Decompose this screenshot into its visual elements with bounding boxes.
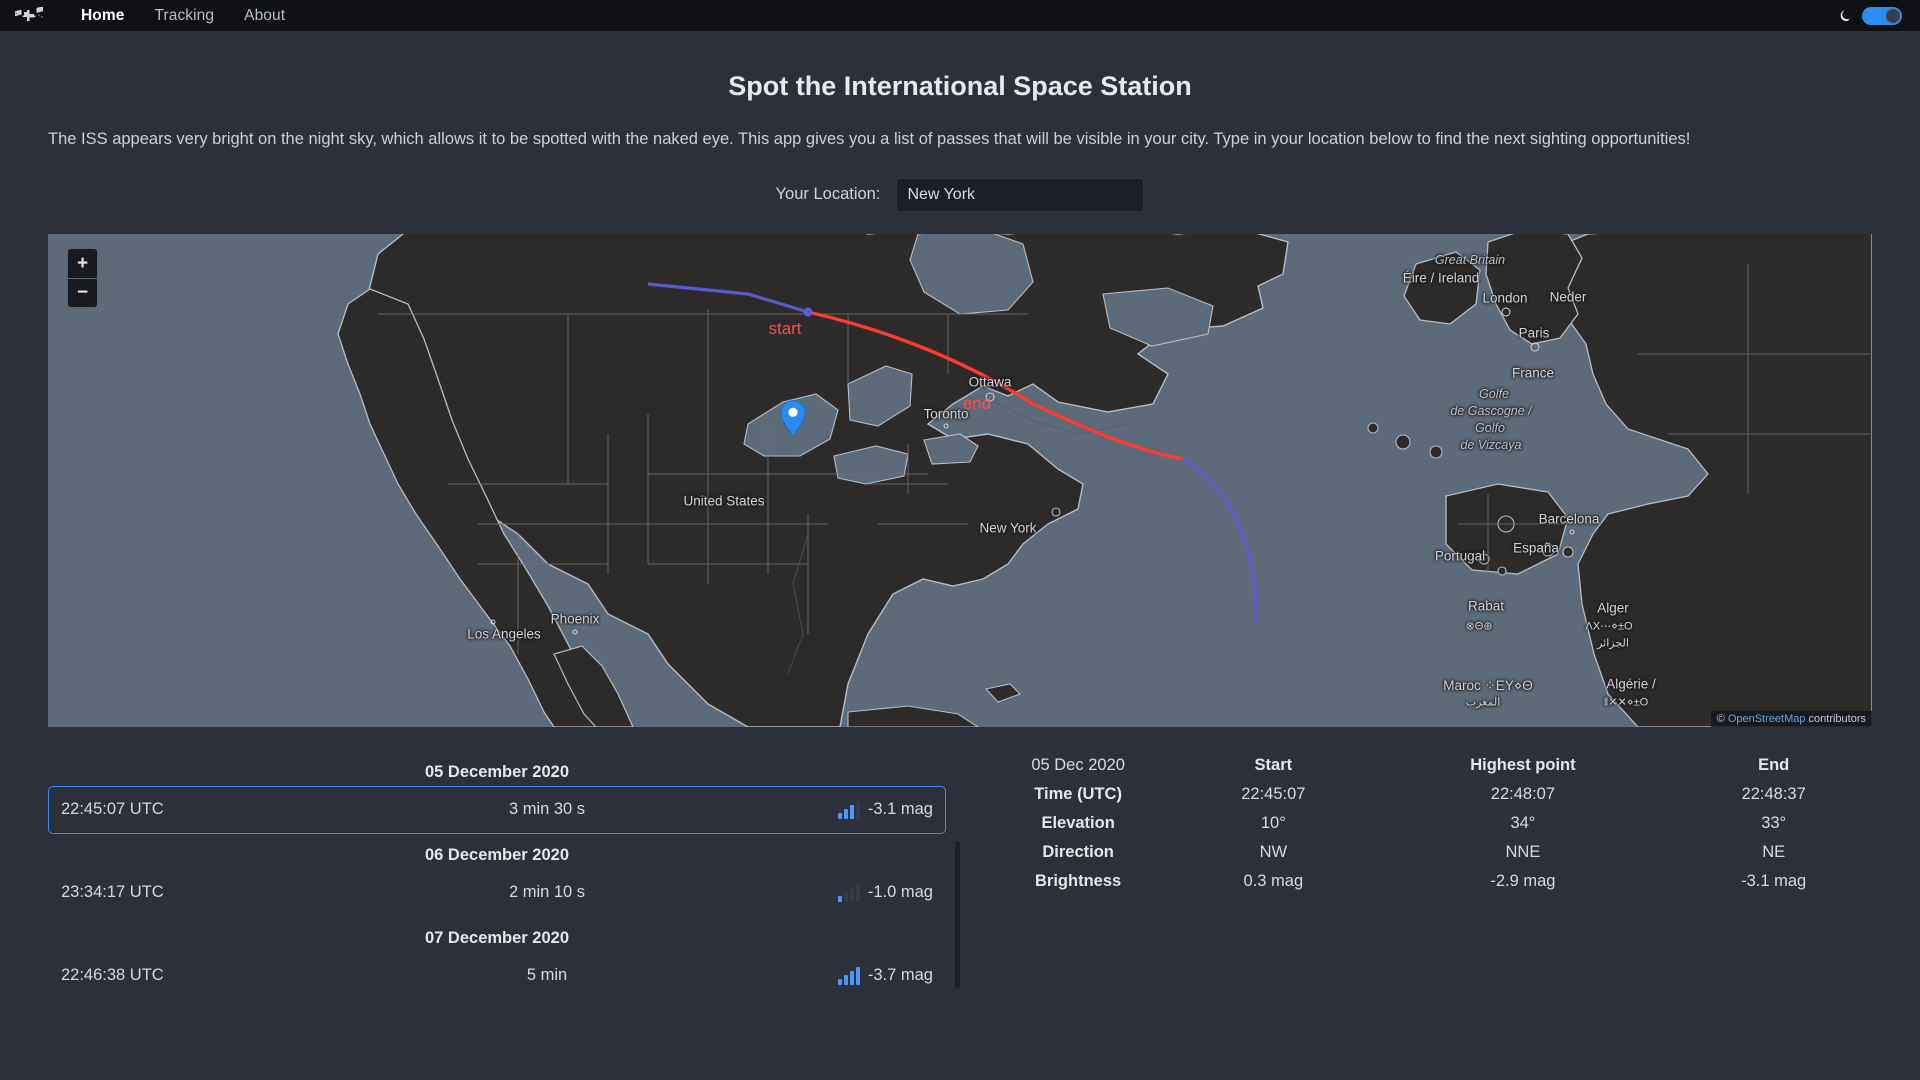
passes-scrollbar[interactable] — [955, 840, 960, 1019]
brightness-bar — [843, 974, 848, 985]
map[interactable]: + − start end Great Britain Éire / Irelan… — [48, 233, 1872, 727]
table-row: Time (UTC) 22:45:07 22:48:07 22:48:37 — [980, 780, 1872, 809]
table-header-row: 05 Dec 2020 Start Highest point End — [980, 751, 1872, 780]
detail-cell: NW — [1259, 842, 1288, 861]
detail-cell: 0.3 mag — [1243, 871, 1304, 890]
moon-icon — [1837, 8, 1852, 24]
nav-link-about[interactable]: About — [229, 7, 300, 25]
detail-row-label: Brightness — [1035, 871, 1122, 890]
pass-group-date: 07 December 2020 — [424, 928, 570, 947]
pass-group-date: 05 December 2020 — [424, 762, 570, 781]
pass-magnitude-text: -1.0 mag — [867, 883, 933, 902]
brightness-bar — [837, 895, 842, 902]
table-row: Elevation 10° 34° 33° — [980, 809, 1872, 838]
detail-cell: -3.1 mag — [1741, 871, 1807, 890]
pass-row[interactable]: 22:46:38 UTC 5 min -3.7 mag — [48, 952, 946, 1000]
detail-row-label: Elevation — [1041, 813, 1115, 832]
detail-cell: 22:45:07 — [1241, 784, 1306, 803]
pass-group-date: 06 December 2020 — [424, 845, 570, 864]
column-header-start: Start — [1254, 755, 1293, 774]
page-description: The ISS appears very bright on the night… — [48, 130, 1691, 148]
detail-row-label: Direction — [1042, 842, 1114, 861]
pass-time: 23:34:17 UTC — [61, 883, 164, 902]
column-header-end: End — [1758, 755, 1790, 774]
brightness-bars-icon — [837, 800, 860, 819]
detail-cell: NNE — [1505, 842, 1541, 861]
pass-duration: 5 min — [526, 966, 568, 985]
brightness-bar — [849, 804, 854, 819]
detail-cell: -2.9 mag — [1490, 871, 1556, 890]
pass-duration: 3 min 30 s — [508, 800, 586, 819]
pass-magnitude-text: -3.1 mag — [867, 800, 933, 819]
detail-cell: NE — [1762, 842, 1786, 861]
column-header-highest-point: Highest point — [1470, 755, 1576, 774]
map-attribution: © OpenStreetMap contributors — [1710, 710, 1872, 727]
toggle-knob — [1886, 8, 1900, 23]
map-canvas — [48, 233, 1872, 727]
dark-mode-toggle[interactable] — [1862, 6, 1902, 25]
detail-cell: 34° — [1510, 813, 1536, 832]
pass-brightness: -1.0 mag — [733, 883, 933, 902]
table-row: Direction NW NNE NE — [980, 838, 1872, 867]
location-row: Your Location: — [0, 177, 1920, 212]
bottom-section: 05 December 2020 22:45:07 UTC 3 min 30 s -3… — [48, 751, 1872, 1019]
brightness-bar — [843, 891, 848, 902]
attribution-suffix: contributors — [1805, 712, 1866, 725]
pass-detail-panel: 05 Dec 2020 Start Highest point End Time… — [960, 751, 1872, 1019]
passes-list[interactable]: 05 December 2020 22:45:07 UTC 3 min 30 s -3… — [48, 751, 960, 1019]
theme-switch-group — [1837, 0, 1902, 31]
brightness-bar — [855, 966, 860, 985]
brightness-bar — [855, 800, 860, 819]
location-map-marker[interactable] — [780, 399, 806, 441]
brightness-bars-icon — [837, 883, 860, 902]
pass-brightness: -3.7 mag — [733, 966, 933, 985]
detail-cell: 10° — [1260, 813, 1286, 832]
passes-scrollbar-thumb[interactable] — [955, 840, 960, 989]
map-zoom-controls: + − — [67, 247, 98, 308]
navbar: Home Tracking About — [0, 0, 1920, 31]
passes-panel: 05 December 2020 22:45:07 UTC 3 min 30 s -3… — [48, 751, 960, 1019]
location-input[interactable] — [896, 177, 1145, 212]
pass-row[interactable]: 23:34:17 UTC 2 min 10 s -1.0 mag — [48, 869, 946, 917]
brightness-bar — [843, 808, 848, 819]
location-label: Your Location: — [775, 185, 881, 204]
nav-link-home[interactable]: Home — [66, 7, 139, 25]
brightness-bar — [849, 887, 854, 902]
attribution-copyright: © — [1716, 712, 1728, 725]
detail-cell: 22:48:07 — [1490, 784, 1556, 803]
zoom-out-button[interactable]: − — [68, 277, 97, 307]
brightness-bar — [837, 812, 842, 819]
table-row: Brightness 0.3 mag -2.9 mag -3.1 mag — [980, 867, 1872, 896]
nav-links: Home Tracking About — [66, 7, 300, 25]
detail-cell: 33° — [1761, 813, 1787, 832]
brightness-bar — [849, 970, 854, 985]
pass-duration: 2 min 10 s — [508, 883, 586, 902]
page-title: Spot the International Space Station — [728, 71, 1192, 101]
pass-detail-table: 05 Dec 2020 Start Highest point End Time… — [980, 751, 1872, 896]
pass-time: 22:45:07 UTC — [61, 800, 164, 819]
pass-row[interactable]: 22:45:07 UTC 3 min 30 s -3.1 mag — [48, 785, 946, 834]
pass-magnitude-text: -3.7 mag — [867, 966, 933, 985]
zoom-in-button[interactable]: + — [68, 248, 97, 278]
brightness-bar — [837, 978, 842, 985]
nav-link-tracking[interactable]: Tracking — [139, 7, 229, 25]
iss-logo-icon[interactable] — [14, 6, 44, 25]
openstreetmap-link[interactable]: OpenStreetMap — [1728, 713, 1806, 725]
detail-cell: 22:48:37 — [1741, 784, 1806, 803]
brightness-bar — [855, 883, 860, 902]
brightness-bars-icon — [837, 966, 860, 985]
detail-date: 05 Dec 2020 — [1031, 755, 1125, 774]
pass-brightness: -3.1 mag — [733, 800, 933, 819]
detail-row-label: Time (UTC) — [1034, 784, 1122, 803]
pass-time: 22:46:38 UTC — [61, 966, 164, 985]
